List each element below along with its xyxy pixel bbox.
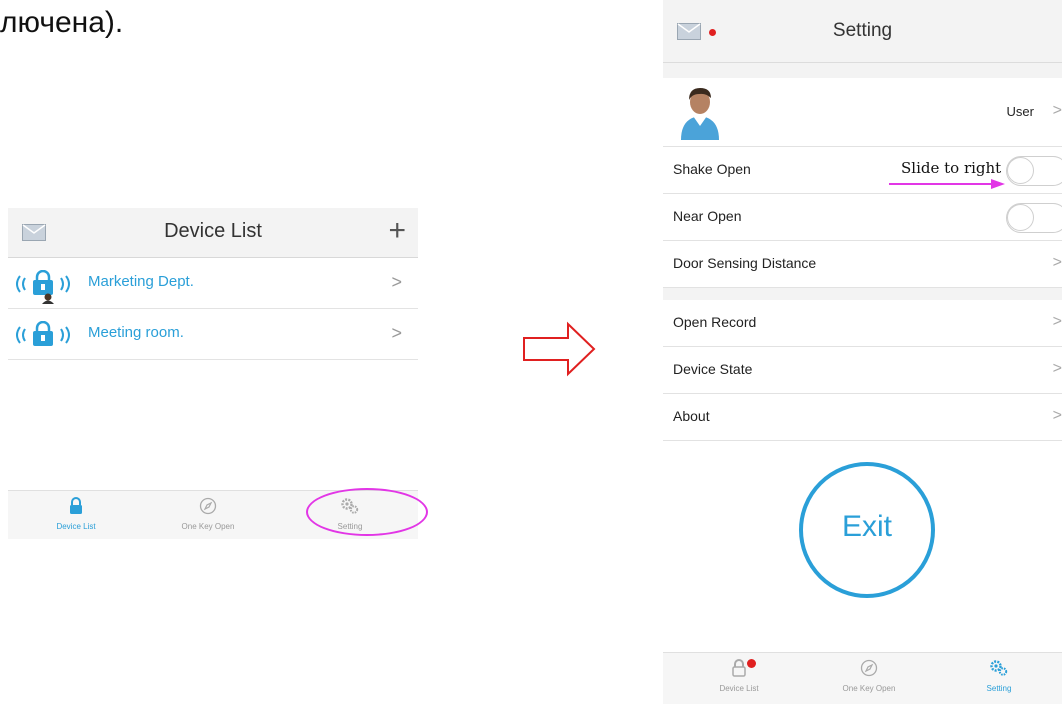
user-row[interactable]: User > [663,78,1062,147]
page-title: Setting [832,20,893,41]
compass-icon [199,497,217,520]
right-arrow-icon [522,320,598,383]
bottom-tab-bar: Device List One Key Open Setting [663,652,1062,704]
near-open-toggle[interactable] [1006,203,1062,233]
slide-hint-annotation: Slide to right [901,159,1002,177]
device-name: Meeting room. [88,324,184,341]
chevron-right-icon: > [1052,102,1062,119]
hint-arrow-icon [889,177,1007,195]
lock-icon [69,497,83,520]
row-label: Open Record [673,314,757,330]
page-title: Device List [164,220,262,242]
device-list-header: Device List + [8,208,418,258]
device-list-screen: Device List + Marketing Dept. > Meeting … [8,208,428,539]
tab-one-key-open[interactable]: One Key Open [148,491,268,539]
about-row[interactable]: About > [663,394,1062,441]
door-sensing-distance-row[interactable]: Door Sensing Distance > [663,241,1062,288]
tab-label: Device List [56,522,96,531]
row-label: Near Open [673,208,742,224]
section-gap [663,63,1062,78]
device-row-marketing[interactable]: Marketing Dept. > [8,258,418,309]
open-record-row[interactable]: Open Record > [663,300,1062,347]
lock-signal-icon [12,320,82,360]
user-name: User [1006,104,1034,119]
highlight-ellipse [306,488,428,536]
chevron-right-icon: > [1052,407,1062,424]
device-name: Marketing Dept. [88,273,194,290]
tab-one-key-open[interactable]: One Key Open [809,653,929,701]
chevron-right-icon: > [391,323,402,343]
chevron-right-icon: > [1052,254,1062,271]
shake-open-toggle[interactable] [1006,156,1062,186]
device-row-meeting[interactable]: Meeting room. > [8,309,418,360]
device-state-row[interactable]: Device State > [663,347,1062,394]
exit-label: Exit [841,510,892,543]
exit-button[interactable]: Exit [799,462,935,598]
tab-device-list[interactable]: Device List [679,653,799,701]
chevron-right-icon: > [1052,313,1062,330]
row-label: Device State [673,361,753,377]
shake-open-row: Shake Open Slide to right [663,147,1062,194]
gears-icon [989,659,1009,682]
row-label: Shake Open [673,161,751,177]
chevron-right-icon: > [391,272,402,292]
chevron-right-icon: > [1052,360,1062,377]
tab-label: Device List [719,684,759,693]
notification-dot [747,659,756,668]
section-gap [663,288,1062,300]
row-label: Door Sensing Distance [673,255,817,271]
near-open-row: Near Open [663,194,1062,241]
setting-header: Setting [663,0,1062,63]
lock-icon [732,659,746,682]
lock-signal-icon [12,269,82,309]
setting-screen: Setting User > Shake Open Slide to right… [663,0,1062,704]
tab-label: Setting [986,684,1012,693]
tab-label: One Key Open [842,684,896,693]
compass-icon [860,659,878,682]
avatar [677,82,723,145]
caption-text: лючена). [0,6,124,39]
tab-device-list[interactable]: Device List [16,491,136,539]
tab-label: One Key Open [181,522,235,531]
add-device-button[interactable]: + [388,216,406,246]
tab-setting[interactable]: Setting [939,653,1059,701]
row-label: About [673,408,710,424]
